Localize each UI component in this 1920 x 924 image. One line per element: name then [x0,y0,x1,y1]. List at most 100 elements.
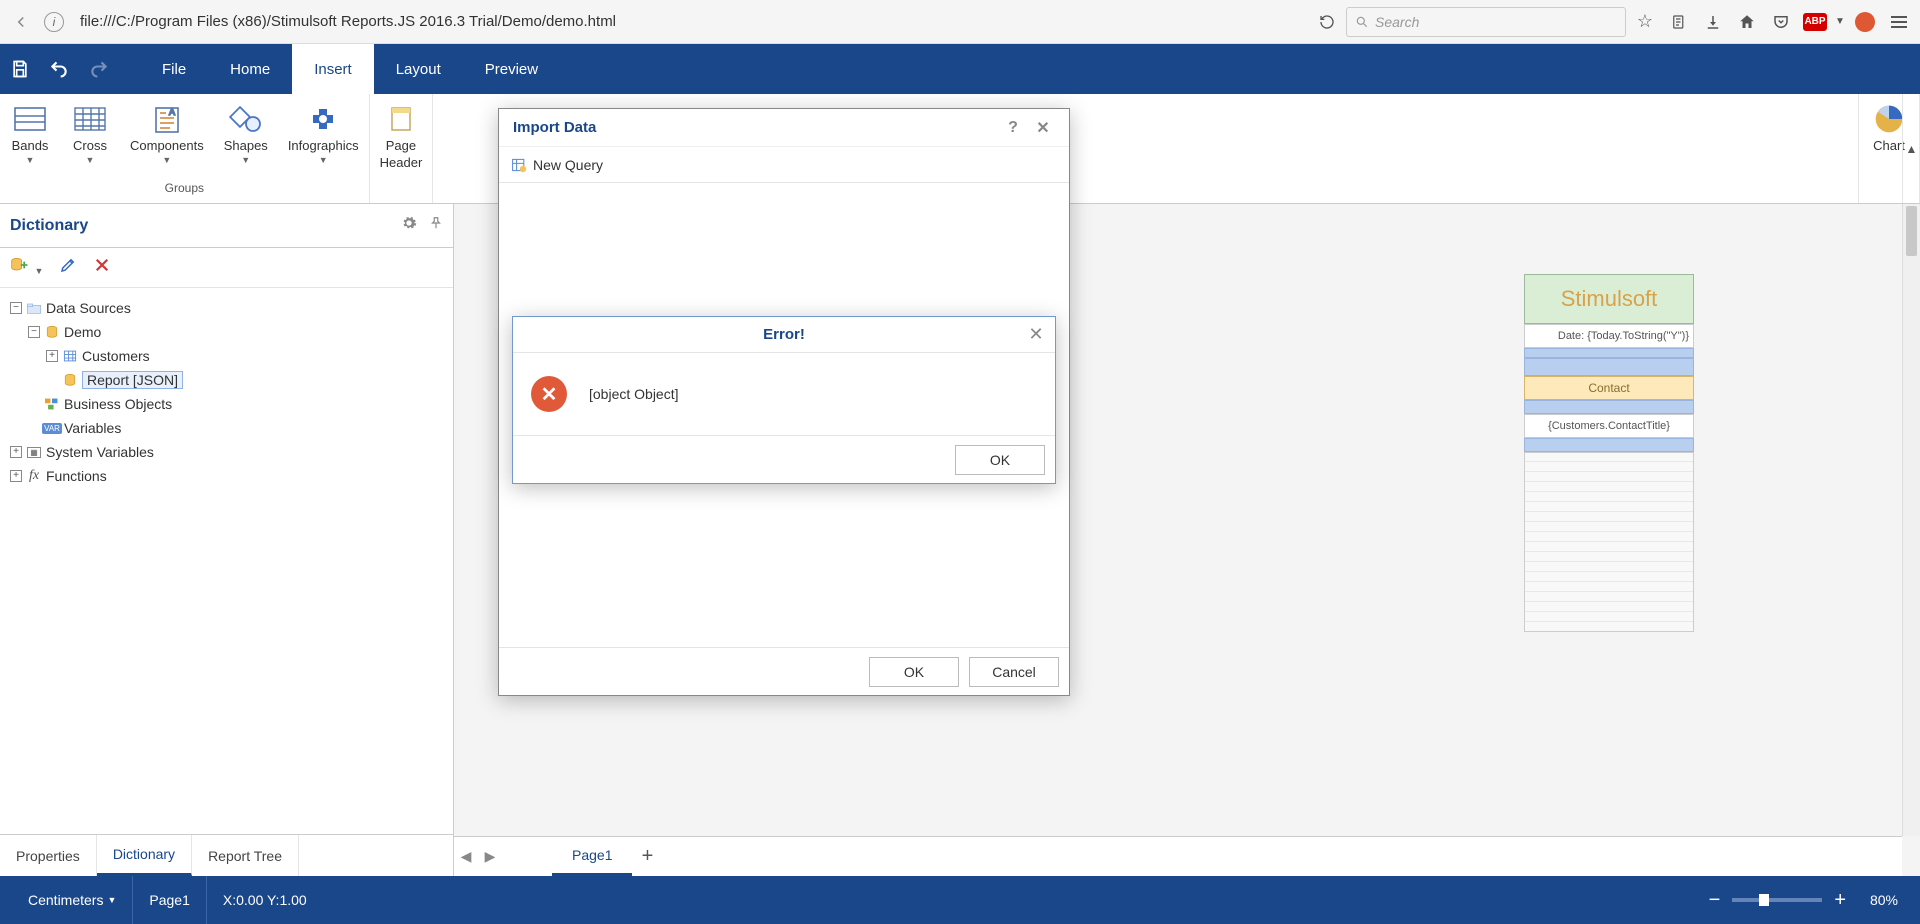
ribbon-page-header-button[interactable]: Page Header [370,98,433,170]
unit-selector[interactable]: Centimeters ▼ [12,876,133,924]
duckduckgo-icon[interactable] [1850,7,1880,37]
tab-dictionary[interactable]: Dictionary [97,835,192,876]
close-icon[interactable]: ✕ [1031,116,1055,140]
url-bar[interactable]: file:///C:/Program Files (x86)/Stimulsof… [72,7,1308,37]
database-icon [44,324,60,340]
dictionary-panel: Dictionary ▼ − [0,204,454,876]
chevron-down-icon: ▼ [241,155,250,165]
chevron-down-icon: ▼ [107,895,116,905]
reader-icon[interactable] [1664,7,1694,37]
pages-bar: ◀ ▶ Page1 + [454,836,1902,876]
bands-icon [10,102,50,136]
svg-text:A: A [169,107,175,117]
expand-toggle[interactable]: − [28,326,40,338]
pages-next-button[interactable]: ▶ [478,837,502,876]
tab-properties[interactable]: Properties [0,835,97,876]
pocket-icon[interactable] [1766,7,1796,37]
chevron-down-icon: ▼ [162,155,171,165]
browser-toolbar: i file:///C:/Program Files (x86)/Stimuls… [0,0,1920,44]
expand-toggle[interactable]: − [10,302,22,314]
chevron-down-icon: ▼ [86,155,95,165]
downloads-icon[interactable] [1698,7,1728,37]
new-data-source-icon[interactable]: ▼ [10,256,43,279]
status-coords: X:0.00 Y:1.00 [207,876,323,924]
add-page-button[interactable]: + [632,837,662,876]
new-query-icon [511,157,527,173]
tree-item-business-objects[interactable]: Business Objects [64,396,172,412]
ribbon-collapse-button[interactable]: ▲ [1902,94,1920,203]
menu-icon[interactable] [1884,7,1914,37]
zoom-slider[interactable] [1732,898,1822,902]
search-icon [1355,15,1369,29]
business-objects-icon [44,396,60,412]
database-icon [62,372,78,388]
tree-item-customers[interactable]: Customers [82,348,150,364]
tree-item-functions[interactable]: Functions [46,468,107,484]
home-icon[interactable] [1732,7,1762,37]
report-preview: Stimulsoft Date: {Today.ToString("Y")} C… [1524,274,1694,632]
redo-button[interactable] [88,59,110,79]
tree-item-system-variables[interactable]: System Variables [46,444,154,460]
ribbon-menu: File Home Insert Layout Preview [0,44,1920,94]
undo-button[interactable] [48,59,70,79]
edit-icon[interactable] [59,256,77,279]
tab-report-tree[interactable]: Report Tree [192,835,299,876]
status-bar: Centimeters ▼ Page1 X:0.00 Y:1.00 − + 80… [0,876,1920,924]
import-ok-button[interactable]: OK [869,657,959,687]
site-info-icon[interactable]: i [44,12,64,32]
functions-icon: fx [26,468,42,484]
chevron-down-icon: ▼ [319,155,328,165]
abp-dropdown-icon[interactable]: ▼ [1834,7,1846,37]
bookmark-star-icon[interactable]: ☆ [1630,7,1660,37]
expand-toggle[interactable]: + [10,446,22,458]
ribbon-shapes-button[interactable]: Shapes ▼ [214,98,278,165]
pin-icon[interactable] [429,215,443,236]
ribbon-bands-button[interactable]: Bands ▼ [0,98,60,165]
folder-icon [26,300,42,316]
page-header-icon [381,102,421,136]
shapes-icon [226,102,266,136]
table-icon [62,348,78,364]
new-query-button[interactable]: New Query [505,155,609,175]
infographics-icon [303,102,343,136]
expand-toggle[interactable]: + [46,350,58,362]
save-button[interactable] [10,59,30,79]
ribbon-cross-button[interactable]: Cross ▼ [60,98,120,165]
status-page: Page1 [133,876,206,924]
back-button[interactable] [6,7,36,37]
components-icon: A [147,102,187,136]
expand-toggle[interactable]: + [10,470,22,482]
dictionary-title: Dictionary [10,217,401,235]
tab-home[interactable]: Home [208,44,292,94]
pages-prev-button[interactable]: ◀ [454,837,478,876]
tree-item-demo[interactable]: Demo [64,324,101,340]
zoom-in-button[interactable]: + [1834,889,1846,912]
error-message: [object Object] [589,386,679,402]
zoom-out-button[interactable]: − [1709,889,1721,912]
ribbon-group-label: Groups [165,179,204,199]
tab-insert[interactable]: Insert [292,44,374,94]
tree-item-variables[interactable]: Variables [64,420,121,436]
browser-search[interactable]: Search [1346,7,1626,37]
search-placeholder: Search [1375,14,1419,30]
abp-icon[interactable]: ABP [1800,7,1830,37]
help-icon[interactable]: ? [1001,116,1025,140]
tab-preview[interactable]: Preview [463,44,560,94]
vertical-scrollbar[interactable] [1902,204,1920,836]
reload-button[interactable] [1312,7,1342,37]
tab-file[interactable]: File [140,44,208,94]
tab-layout[interactable]: Layout [374,44,463,94]
error-icon: ✕ [531,376,567,412]
gear-icon[interactable] [401,215,417,236]
tree-item-report-json[interactable]: Report [JSON] [82,371,183,389]
page-tab[interactable]: Page1 [552,837,632,876]
ribbon-infographics-button[interactable]: Infographics ▼ [278,98,369,165]
chevron-down-icon: ▼ [26,155,35,165]
tree-item-data-sources[interactable]: Data Sources [46,300,131,316]
import-cancel-button[interactable]: Cancel [969,657,1059,687]
error-ok-button[interactable]: OK [955,445,1045,475]
ribbon-components-button[interactable]: A Components ▼ [120,98,214,165]
close-icon[interactable]: ✕ [1025,323,1047,345]
delete-icon[interactable] [93,256,111,279]
variables-icon: VAR [44,420,60,436]
